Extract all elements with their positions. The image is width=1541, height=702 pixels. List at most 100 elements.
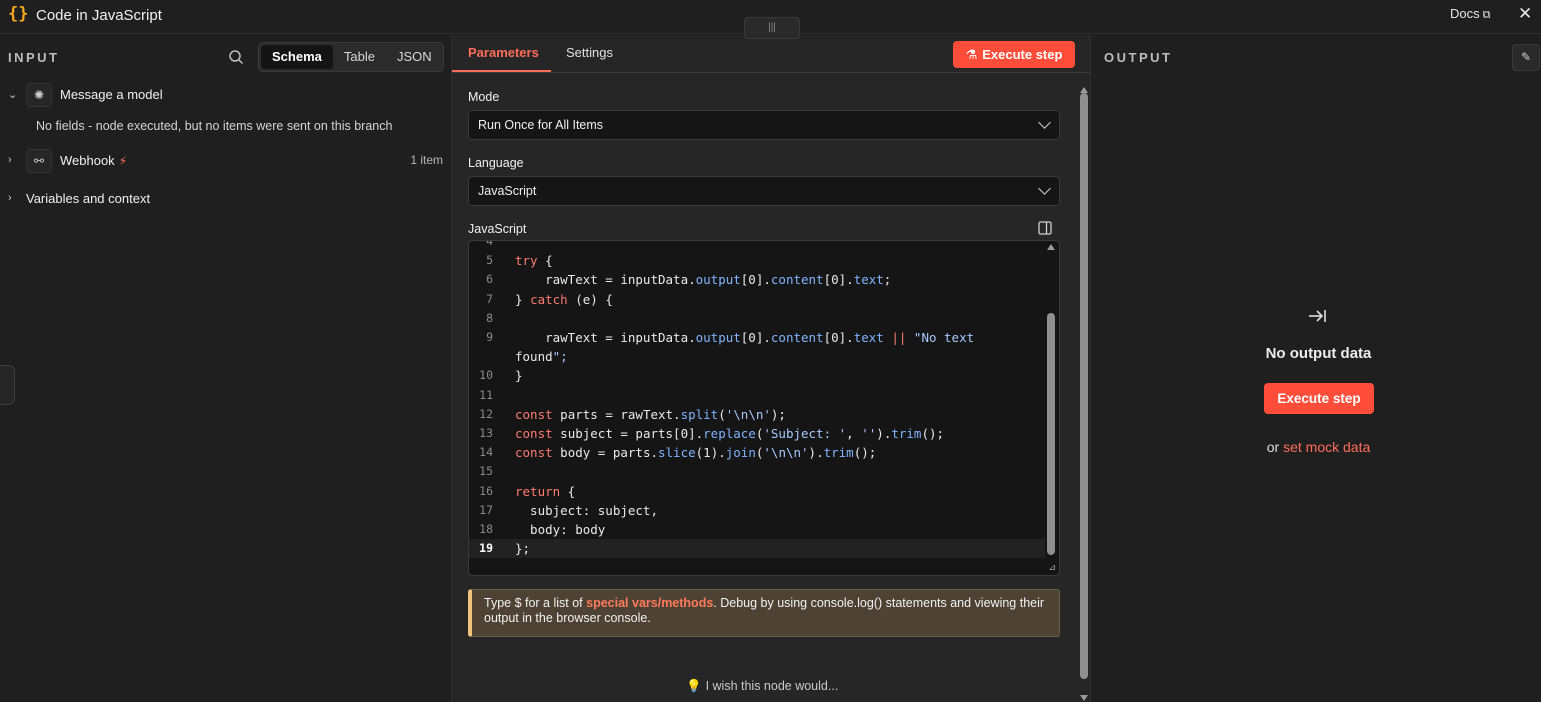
language-select[interactable]: JavaScript <box>468 176 1060 206</box>
mode-select[interactable]: Run Once for All Items <box>468 110 1060 140</box>
line-number: 6 <box>486 272 493 287</box>
code-text: found"; <box>515 349 568 365</box>
parameters-scroll-thumb[interactable] <box>1080 93 1088 679</box>
input-panel-title: INPUT <box>8 50 60 65</box>
code-braces-icon: {} <box>8 4 29 24</box>
arrow-to-line-icon <box>1309 310 1326 322</box>
output-panel: OUTPUT ✎ No output data Execute step or … <box>1091 35 1541 702</box>
code-line[interactable]: 5 try { <box>469 251 1045 270</box>
panel-drag-handle[interactable]: ||| <box>744 17 800 39</box>
language-label: Language <box>468 156 524 170</box>
code-text: const subject = parts[0].replace('Subjec… <box>515 426 945 441</box>
expand-editor-icon[interactable] <box>1038 221 1052 235</box>
code-line[interactable]: 9 rawText = inputData.output[0].content[… <box>469 328 1045 347</box>
code-editor[interactable]: 4 5 try {6 rawText = inputData.output[0].c… <box>468 240 1060 576</box>
line-number: 15 <box>479 464 493 479</box>
code-line[interactable]: 14 const body = parts.slice(1).join('\n\n… <box>469 443 1045 462</box>
special-vars-link[interactable]: special vars/methods <box>586 596 713 610</box>
tree-item-variables-and-context[interactable]: › Variables and context <box>0 187 452 211</box>
code-line[interactable]: 8 <box>469 309 1045 328</box>
code-text: try { <box>515 253 553 269</box>
line-number: 5 <box>486 253 493 268</box>
code-line[interactable]: found"; <box>469 347 1045 366</box>
view-option-schema[interactable]: Schema <box>261 45 333 69</box>
parameters-scrollbar[interactable] <box>1079 87 1089 702</box>
scroll-down-arrow[interactable] <box>1079 695 1088 701</box>
node-header: {} Code in JavaScript ||| Docs ⧉ ✕ <box>0 0 1541 39</box>
code-line[interactable]: 19}; <box>469 539 1045 559</box>
set-mock-data-link[interactable]: set mock data <box>1283 439 1370 455</box>
code-line[interactable]: 16 return { <box>469 482 1045 501</box>
chevron-down-icon <box>1038 182 1051 195</box>
code-line[interactable]: 12 const parts = rawText.split('\n\n'); <box>469 405 1045 424</box>
chevron-right-icon[interactable]: › <box>8 192 18 204</box>
docs-link[interactable]: Docs ⧉ <box>1450 6 1490 22</box>
code-label: JavaScript <box>468 222 527 236</box>
tab-settings[interactable]: Settings <box>566 45 613 60</box>
code-text: rawText = inputData.output[0].content[0]… <box>515 272 892 288</box>
view-option-table[interactable]: Table <box>333 45 386 69</box>
docs-link-label: Docs <box>1450 6 1480 21</box>
mode-value: Run Once for All Items <box>478 118 604 132</box>
line-number: 11 <box>479 387 493 402</box>
trigger-lightning-icon: ⚡ <box>118 154 128 168</box>
line-number: 9 <box>486 330 493 344</box>
code-text: const body = parts.slice(1).join('\n\n')… <box>515 445 877 461</box>
mode-label: Mode <box>468 90 500 104</box>
edit-output-button[interactable]: ✎ <box>1512 44 1540 71</box>
code-text: }; <box>515 541 531 557</box>
tree-item-label: Message a model <box>60 87 163 102</box>
parameter-tabs: Parameters Settings ⚗ Execute step <box>452 35 1091 73</box>
editor-scrollbar[interactable] <box>1045 241 1058 575</box>
code-line[interactable]: 18 body: body <box>469 520 1045 539</box>
editor-scroll-thumb[interactable] <box>1047 313 1055 555</box>
code-line[interactable]: 7} catch (e) { <box>469 290 1045 309</box>
search-icon[interactable] <box>228 49 244 65</box>
code-line[interactable]: 17 subject: subject, <box>469 501 1045 520</box>
code-line[interactable]: 4 <box>469 240 1045 251</box>
line-number: 8 <box>486 310 493 325</box>
tree-item-message-a-model[interactable]: ⌄ ✺ Message a model <box>0 83 452 107</box>
output-panel-title: OUTPUT <box>1104 50 1173 65</box>
view-option-json[interactable]: JSON <box>386 45 443 69</box>
code-text: subject: subject, <box>515 502 658 518</box>
lightbulb-icon: 💡 <box>686 679 702 693</box>
line-number: 13 <box>479 426 493 440</box>
line-number: 18 <box>479 522 493 536</box>
node-title[interactable]: Code in JavaScript <box>36 7 162 24</box>
no-output-title: No output data <box>1265 345 1372 362</box>
pencil-icon: ✎ <box>1520 50 1532 64</box>
close-icon[interactable]: ✕ <box>1518 4 1532 24</box>
line-number: 17 <box>479 502 493 517</box>
tree-item-label: Variables and context <box>26 191 151 206</box>
mock-prefix: or <box>1266 439 1284 455</box>
code-line[interactable]: 6 rawText = inputData.output[0].content[… <box>469 270 1045 289</box>
input-view-toggle: Schema Table JSON <box>258 42 444 72</box>
resize-handle-icon[interactable]: ⊿ <box>1048 563 1056 573</box>
chevron-right-icon[interactable]: › <box>8 154 18 166</box>
tab-parameters[interactable]: Parameters <box>468 45 539 60</box>
code-text: body: body <box>515 522 606 537</box>
line-number: 4 <box>486 240 493 248</box>
code-line[interactable]: 15 <box>469 462 1045 481</box>
line-number: 10 <box>479 368 493 383</box>
collapsed-side-tab[interactable] <box>0 365 15 405</box>
scroll-up-arrow[interactable] <box>1047 244 1055 250</box>
feedback-link[interactable]: 💡 I wish this node would... <box>686 679 838 694</box>
line-number: 16 <box>479 483 493 498</box>
code-line[interactable]: 11 <box>469 386 1045 405</box>
webhook-label: Webhook <box>60 153 115 168</box>
line-number: 7 <box>486 291 493 306</box>
execute-step-button[interactable]: ⚗ Execute step <box>953 41 1075 68</box>
tree-item-webhook[interactable]: › ⚯ Webhook ⚡ 1 item <box>0 149 452 173</box>
code-text: } <box>515 368 523 384</box>
code-line[interactable]: 13 const subject = parts[0].replace('Subj… <box>469 424 1045 443</box>
line-number: 19 <box>479 541 493 556</box>
output-execute-step-button[interactable]: Execute step <box>1264 383 1374 414</box>
openai-icon: ✺ <box>26 83 52 107</box>
webhook-icon: ⚯ <box>26 149 52 173</box>
input-panel: INPUT Schema Table JSON ⌄ ✺ Message a mo… <box>0 35 452 702</box>
chevron-down-icon[interactable]: ⌄ <box>8 88 18 101</box>
code-line[interactable]: 10} <box>469 366 1045 385</box>
flask-icon: ⚗ <box>965 46 978 62</box>
